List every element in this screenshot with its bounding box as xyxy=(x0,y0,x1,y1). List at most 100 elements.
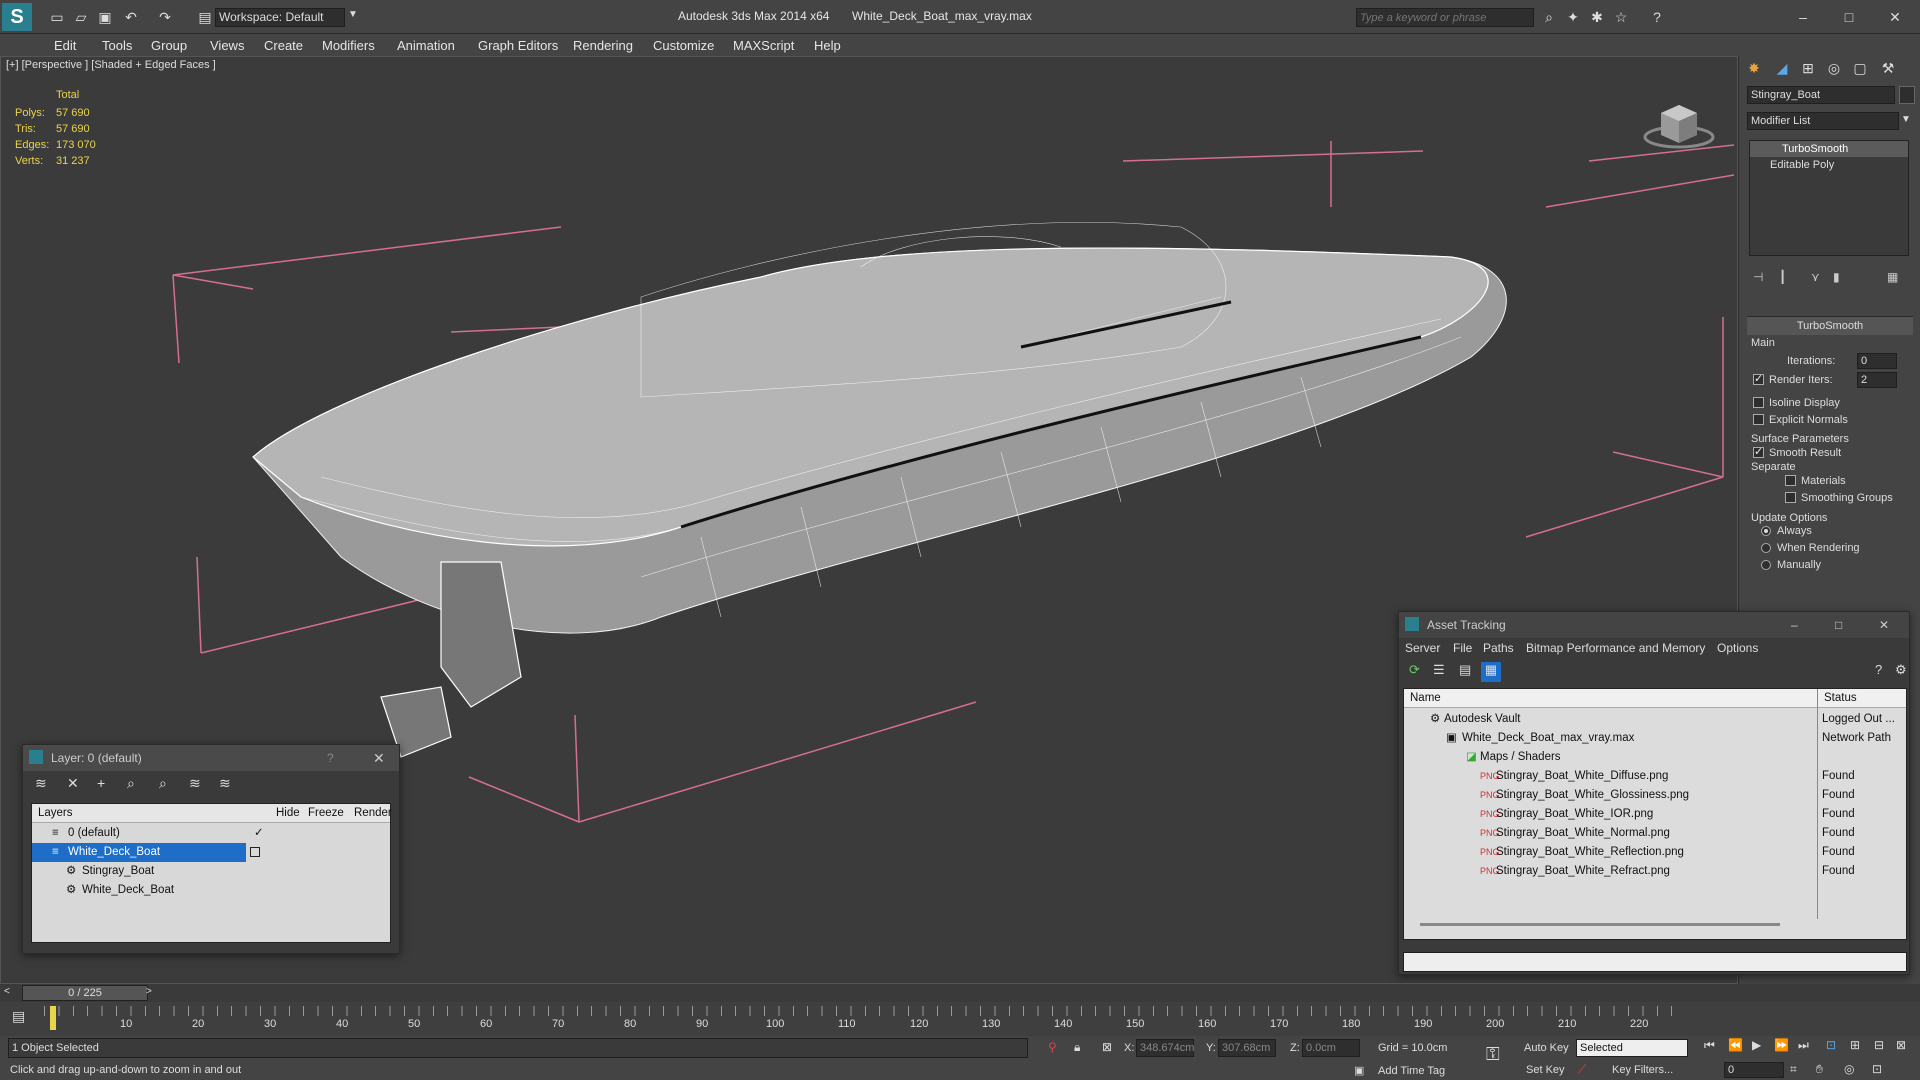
binoculars-icon[interactable]: ⌕ xyxy=(1540,8,1558,26)
minimize-icon[interactable]: – xyxy=(1791,612,1798,638)
add-time-tag-icon[interactable]: ▣ xyxy=(1354,1064,1364,1077)
communication-icon[interactable]: ✱ xyxy=(1588,8,1606,26)
next-frame-icon[interactable]: > xyxy=(146,986,152,997)
maximize-icon[interactable]: □ xyxy=(1835,612,1842,638)
materials-checkbox[interactable] xyxy=(1785,475,1796,486)
auto-key-button[interactable]: Auto Key xyxy=(1524,1042,1569,1054)
menu-graph-editors[interactable]: Graph Editors xyxy=(478,38,558,53)
create-layer-icon[interactable]: ≋ xyxy=(35,775,47,792)
modifier-stack[interactable]: TurboSmooth Editable Poly xyxy=(1749,140,1909,256)
menu-help[interactable]: Help xyxy=(814,38,841,53)
mini-curve-editor-icon[interactable]: ▤ xyxy=(12,1008,25,1025)
time-slider[interactable]: < 0 / 225 > xyxy=(0,984,1920,1002)
layer-row[interactable]: ≡ 0 (default) ✓ xyxy=(32,824,390,843)
smooth-result-checkbox[interactable] xyxy=(1753,445,1764,458)
close-icon[interactable]: ✕ xyxy=(1886,8,1904,26)
field-of-view-icon[interactable]: ⊠ xyxy=(1896,1038,1906,1052)
selection-lock-icon[interactable]: 🔒︎ xyxy=(1074,1040,1080,1055)
menu-views[interactable]: Views xyxy=(210,38,244,53)
workspace-dropdown[interactable]: Workspace: Default xyxy=(215,8,345,27)
asset-row[interactable]: PNG Stingray_Boat_White_Reflection.png F… xyxy=(1404,843,1906,862)
close-icon[interactable]: ✕ xyxy=(1879,612,1889,638)
object-name-field[interactable]: Stingray_Boat xyxy=(1747,86,1895,104)
help-icon[interactable]: ? xyxy=(327,745,334,771)
object-color-swatch[interactable] xyxy=(1899,86,1915,104)
menu-tools[interactable]: Tools xyxy=(102,38,132,53)
render-iters-checkbox[interactable] xyxy=(1753,372,1764,385)
zoom-all-icon[interactable]: ⊞ xyxy=(1850,1038,1860,1052)
stack-item-turbosmooth[interactable]: TurboSmooth xyxy=(1750,141,1908,157)
menu-rendering[interactable]: Rendering xyxy=(573,38,633,53)
rollout-title[interactable]: TurboSmooth xyxy=(1747,317,1913,335)
delete-layer-icon[interactable]: ✕ xyxy=(67,775,79,792)
asset-row[interactable]: ◪ Maps / Shaders xyxy=(1404,748,1906,767)
orbit-icon[interactable]: ◎ xyxy=(1844,1062,1854,1076)
zoom-icon[interactable]: ⊡ xyxy=(1826,1038,1836,1052)
close-icon[interactable]: ✕ xyxy=(373,745,385,771)
search-input[interactable] xyxy=(1356,8,1534,27)
hierarchy-tab-icon[interactable]: ⊞ xyxy=(1799,59,1817,77)
current-frame-field[interactable]: 0 xyxy=(1724,1062,1784,1078)
key-filters-button[interactable]: Key Filters... xyxy=(1612,1064,1673,1076)
hide-all-icon[interactable]: ≋ xyxy=(219,775,231,792)
subscription-icon[interactable]: ✦ xyxy=(1564,8,1582,26)
z-coordinate-field[interactable]: 0.0cm xyxy=(1302,1039,1360,1057)
absolute-mode-icon[interactable]: ⊠ xyxy=(1102,1040,1112,1054)
key-icon[interactable]: ⚿ xyxy=(1486,1044,1500,1065)
settings-icon[interactable]: ⚙ xyxy=(1895,662,1907,678)
layer-name[interactable]: White_Deck_Boat xyxy=(68,843,160,862)
menu-edit[interactable]: Edit xyxy=(54,38,76,53)
col-hide[interactable]: Hide xyxy=(276,804,300,823)
asset-menu-bitmap[interactable]: Bitmap Performance and Memory xyxy=(1526,641,1705,655)
save-icon[interactable]: ▣ xyxy=(96,8,114,26)
menu-animation[interactable]: Animation xyxy=(397,38,455,53)
redo-icon[interactable]: ↷ xyxy=(156,8,174,26)
show-end-result-icon[interactable]: ┃ xyxy=(1779,270,1786,284)
menu-customize[interactable]: Customize xyxy=(653,38,714,53)
motion-tab-icon[interactable]: ◎ xyxy=(1825,59,1843,77)
layer-window-titlebar[interactable]: Layer: 0 (default) ? ✕ xyxy=(23,745,399,771)
asset-path-field[interactable] xyxy=(1403,952,1907,972)
object-name[interactable]: White_Deck_Boat xyxy=(82,881,174,900)
tree-view-icon[interactable]: ▤ xyxy=(1459,662,1471,678)
pin-stack-icon[interactable]: ⊣ xyxy=(1753,270,1763,284)
utilities-tab-icon[interactable]: ⚒ xyxy=(1879,59,1897,77)
configure-sets-icon[interactable]: ▦ xyxy=(1887,270,1898,284)
object-row[interactable]: ⚙ Stingray_Boat xyxy=(32,862,390,881)
layer-name[interactable]: 0 (default) xyxy=(68,824,120,843)
y-coordinate-field[interactable]: 307.68cm xyxy=(1218,1039,1276,1057)
current-layer-box[interactable] xyxy=(250,847,260,857)
modify-tab-icon[interactable]: ◢ xyxy=(1773,59,1791,77)
col-name[interactable]: Name xyxy=(1410,689,1441,708)
time-config-icon[interactable]: ⌗ xyxy=(1790,1062,1797,1077)
asset-menu-options[interactable]: Options xyxy=(1717,641,1758,655)
render-iters-spinner[interactable]: 2 xyxy=(1857,372,1897,388)
display-tab-icon[interactable]: ▢ xyxy=(1851,59,1869,77)
asset-menu-file[interactable]: File xyxy=(1453,641,1472,655)
minimize-icon[interactable]: – xyxy=(1794,8,1812,26)
asset-row[interactable]: ⚙ Autodesk Vault Logged Out ... xyxy=(1404,710,1906,729)
menu-modifiers[interactable]: Modifiers xyxy=(322,38,375,53)
smoothing-groups-checkbox[interactable] xyxy=(1785,492,1796,503)
x-coordinate-field[interactable]: 348.674cm xyxy=(1136,1039,1194,1057)
current-layer-check-icon[interactable]: ✓ xyxy=(254,824,264,843)
col-render[interactable]: Render xyxy=(354,804,392,823)
create-tab-icon[interactable]: ✸ xyxy=(1745,59,1763,77)
help-icon[interactable]: ? xyxy=(1875,662,1882,677)
add-time-tag[interactable]: Add Time Tag xyxy=(1378,1065,1445,1077)
asset-row[interactable]: ▣ White_Deck_Boat_max_vray.max Network P… xyxy=(1404,729,1906,748)
asset-row[interactable]: PNG Stingray_Boat_White_Diffuse.png Foun… xyxy=(1404,767,1906,786)
menu-group[interactable]: Group xyxy=(151,38,187,53)
asset-window-titlebar[interactable]: Asset Tracking – □ ✕ xyxy=(1399,612,1909,638)
col-status[interactable]: Status xyxy=(1824,689,1857,708)
explicit-normals-checkbox[interactable] xyxy=(1753,414,1764,425)
add-to-layer-icon[interactable]: + xyxy=(97,775,105,791)
col-layers[interactable]: Layers xyxy=(38,804,73,823)
always-radio[interactable] xyxy=(1761,526,1771,536)
modifier-list-dropdown[interactable]: Modifier List xyxy=(1747,112,1899,130)
next-key-icon[interactable]: ⏩ xyxy=(1774,1038,1789,1052)
new-file-icon[interactable]: ▭ xyxy=(48,8,66,26)
asset-row[interactable]: PNG Stingray_Boat_White_Refract.png Foun… xyxy=(1404,862,1906,881)
undo-icon[interactable]: ↶ xyxy=(122,8,140,26)
iterations-spinner[interactable]: 0 xyxy=(1857,353,1897,369)
